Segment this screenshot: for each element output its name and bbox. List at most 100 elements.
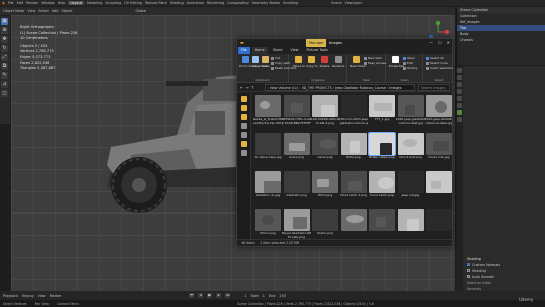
- next-key-icon[interactable]: ▸: [216, 293, 222, 298]
- file-item[interactable]: Rebbs_G_Toolkit-Wheel-Electra-Hp-700.jpg: [253, 95, 283, 125]
- file-item[interactable]: Air Valve Caps.jpg: [253, 133, 283, 163]
- timeline-playback-menu[interactable]: Playback: [3, 294, 18, 298]
- folder-icon[interactable]: [241, 105, 247, 111]
- header-select-menu[interactable]: Select: [38, 9, 48, 13]
- blender-logo-icon[interactable]: ◉: [2, 1, 5, 5]
- tool-tab-icon[interactable]: [457, 68, 462, 73]
- output-tab-icon[interactable]: [457, 82, 462, 87]
- file-item[interactable]: [424, 171, 452, 201]
- workspace-tab-rendering[interactable]: Rendering: [207, 1, 224, 5]
- move-tool-icon[interactable]: ✥: [1, 36, 8, 43]
- menu-edit[interactable]: Edit: [17, 1, 24, 5]
- current-frame-field[interactable]: 1: [244, 294, 246, 298]
- drive-icon[interactable]: [241, 132, 247, 138]
- file-item[interactable]: [339, 209, 369, 239]
- folder-icon[interactable]: [241, 114, 247, 120]
- cut-button[interactable]: Cut: [271, 56, 280, 60]
- copy-button[interactable]: Copy: [251, 56, 260, 68]
- workspace-tab-sculpting[interactable]: Sculpting: [105, 1, 121, 5]
- file-item[interactable]: [424, 209, 452, 239]
- file-item[interactable]: Hitch.png: [310, 171, 340, 201]
- file-item[interactable]: Doors ride.jpg: [424, 133, 452, 163]
- rotate-tool-icon[interactable]: ↻: [1, 45, 8, 52]
- new-item-button[interactable]: New item: [364, 56, 382, 60]
- tab-picture-tools[interactable]: Picture Tools: [304, 47, 331, 54]
- file-item[interactable]: Axis2.png: [310, 133, 340, 163]
- timeline-marker-menu[interactable]: Marker: [50, 294, 62, 298]
- file-item[interactable]: Hood Latch 2.png: [339, 171, 369, 201]
- file-item[interactable]: 8PM4AP-CTRL-V-A0F-04AB-BB27E3F8F7CDE814.…: [282, 95, 312, 125]
- material-tab-icon[interactable]: [457, 117, 462, 122]
- transform-orientation[interactable]: Global: [136, 9, 147, 13]
- timeline-keying-menu[interactable]: Keying: [22, 294, 33, 298]
- back-forward-up-icons[interactable]: ←→↑: [240, 85, 256, 90]
- manage-context-tab[interactable]: Manage: [306, 39, 327, 47]
- invert-selection-button[interactable]: Invert selection: [426, 66, 453, 70]
- tab-file[interactable]: File: [238, 47, 250, 54]
- outliner-item[interactable]: Chassis: [457, 37, 545, 43]
- drive-icon[interactable]: [241, 123, 247, 129]
- minimize-icon[interactable]: —: [429, 40, 433, 45]
- tab-share[interactable]: Share: [270, 47, 286, 54]
- tab-view[interactable]: View: [288, 47, 302, 54]
- file-item[interactable]: Brake calipe.png: [367, 132, 397, 163]
- paste-button[interactable]: Paste: [261, 56, 270, 68]
- select-none-button[interactable]: Select none: [426, 61, 448, 65]
- maximize-icon[interactable]: ☐: [438, 40, 442, 45]
- modifier-tab-icon[interactable]: [457, 103, 462, 108]
- play-icon[interactable]: ▶: [207, 293, 213, 298]
- file-item[interactable]: 2020-Jeep-Gladiator-Rubicon-Rear.jpg: [424, 95, 452, 125]
- render-tab-icon[interactable]: [457, 75, 462, 80]
- annotate-tool-icon[interactable]: ✎: [1, 72, 8, 79]
- menu-help[interactable]: Help: [58, 1, 66, 5]
- file-item[interactable]: Bolts.png: [339, 133, 369, 163]
- view-layer-selector[interactable]: ViewLayer: [345, 1, 363, 5]
- object-tab-icon[interactable]: [457, 96, 462, 101]
- file-item[interactable]: Gladiator.png: [282, 171, 312, 201]
- header-view-menu[interactable]: View: [27, 9, 35, 13]
- file-item[interactable]: Axis1.png: [282, 133, 312, 163]
- file-item[interactable]: Jeep nuf.jpg: [396, 171, 426, 201]
- edit-button[interactable]: Edit: [403, 61, 413, 65]
- measure-tool-icon[interactable]: ⊿: [1, 81, 8, 88]
- scene-tab-icon[interactable]: [457, 89, 462, 94]
- menu-window[interactable]: Window: [41, 1, 54, 5]
- workspace-tab-scripting[interactable]: Scripting: [283, 1, 298, 5]
- file-item[interactable]: Chuck bolt.png: [396, 133, 426, 163]
- file-item[interactable]: Moyer-Gladiator-OEM-rake.png: [282, 209, 312, 239]
- jump-end-icon[interactable]: ⏭: [225, 293, 231, 298]
- copy-to-button[interactable]: Copy to: [306, 56, 318, 68]
- workspace-tab-uv-editing[interactable]: UV Editing: [124, 1, 142, 5]
- close-icon[interactable]: ✕: [447, 40, 450, 45]
- search-input[interactable]: Search Images: [418, 84, 450, 91]
- menu-file[interactable]: File: [8, 1, 14, 5]
- workspace-tab-modeling[interactable]: Modeling: [87, 1, 102, 5]
- transform-tool-icon[interactable]: ⧉: [1, 63, 8, 70]
- header-add-menu[interactable]: Add: [52, 9, 59, 13]
- file-item[interactable]: Hood Latch.png: [367, 171, 397, 201]
- prev-key-icon[interactable]: ◂: [198, 293, 204, 298]
- select-all-button[interactable]: Select all: [426, 56, 444, 60]
- checkbox-icon[interactable]: [467, 275, 470, 278]
- address-bar[interactable]: › New Volume (G:) › 3D_THE PROJECTS › Je…: [265, 84, 415, 91]
- data-tab-icon[interactable]: [457, 110, 462, 115]
- start-frame-field[interactable]: 1: [263, 294, 265, 298]
- select-box-tool-icon[interactable]: ▣: [1, 18, 8, 25]
- workspace-tab-geometry-nodes[interactable]: Geometry Nodes: [252, 1, 281, 5]
- workspace-tab-animation[interactable]: Animation: [187, 1, 204, 5]
- file-item[interactable]: [367, 209, 397, 239]
- tab-home[interactable]: Home: [251, 47, 268, 54]
- explorer-titlebar[interactable]: ▬ Manage Images — ☐ ✕: [237, 39, 452, 47]
- delete-button[interactable]: Delete: [319, 56, 330, 68]
- folder-icon[interactable]: [241, 141, 247, 147]
- file-item[interactable]: [396, 209, 426, 239]
- file-item[interactable]: 777_1.jpg: [367, 95, 397, 125]
- file-item[interactable]: Mirror.png: [253, 209, 283, 239]
- open-button[interactable]: Open: [403, 56, 415, 60]
- jump-start-icon[interactable]: ⏮: [189, 293, 195, 298]
- workspace-tab-texture-paint[interactable]: Texture Paint: [145, 1, 167, 5]
- workspace-tab-shading[interactable]: Shading: [170, 1, 184, 5]
- header-object-menu[interactable]: Object: [61, 9, 72, 13]
- file-item[interactable]: 200-inch-2023-jeep-gladiator-rubicon-a4.…: [339, 95, 369, 125]
- properties-button[interactable]: Properties: [389, 56, 404, 68]
